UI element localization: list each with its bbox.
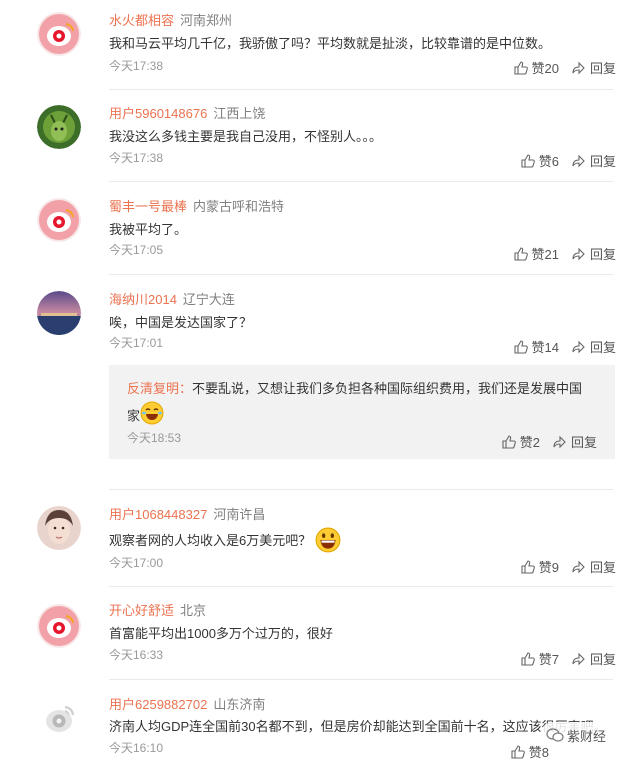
grinning-emoji-icon xyxy=(315,527,341,556)
comment-text: 济南人均GDP连全国前30名都不到，但是房价却能达到全国前十名，这应该很厉害吧。 xyxy=(109,719,607,734)
like-button[interactable]: 赞9 xyxy=(521,557,559,576)
avatar[interactable] xyxy=(37,105,81,149)
reply-arrow-icon xyxy=(572,560,585,573)
username-link[interactable]: 海纳川2014 xyxy=(109,292,177,307)
location-label: 山东济南 xyxy=(213,697,266,712)
location-label: 江西上饶 xyxy=(213,106,266,121)
comment-text: 我和马云平均几千亿，我骄傲了吗？平均数就是扯淡，比较靠谱的是中位数。 xyxy=(109,36,552,51)
reply-arrow-icon xyxy=(572,340,585,353)
thumbs-up-icon xyxy=(511,744,525,759)
divider xyxy=(109,489,613,490)
reply-button[interactable]: 回复 xyxy=(572,557,616,576)
reply-timestamp: 今天18:53 xyxy=(127,431,182,445)
like-button[interactable]: 赞6 xyxy=(521,151,559,170)
thumbs-up-icon xyxy=(502,434,516,449)
like-button[interactable]: 赞8 xyxy=(511,742,549,761)
reply-arrow-icon xyxy=(572,247,585,260)
username-link[interactable]: 用户5960148676 xyxy=(109,106,207,121)
timestamp: 今天17:38 xyxy=(109,59,164,73)
divider xyxy=(109,274,613,275)
divider xyxy=(109,181,613,182)
wechat-icon xyxy=(546,728,564,742)
timestamp: 今天17:00 xyxy=(109,556,164,570)
comment-text: 首富能平均出1000多万个过万的，很好 xyxy=(109,626,333,641)
comment-text: 我没这么多钱主要是我自己没用，不怪别人。。。 xyxy=(109,129,383,144)
reply-reply-button[interactable]: 回复 xyxy=(553,432,597,451)
watermark: 紫财经 xyxy=(540,722,613,748)
reply-username-link[interactable]: 反清复明： xyxy=(127,381,192,396)
avatar[interactable] xyxy=(37,506,81,550)
thumbs-up-icon xyxy=(521,153,535,168)
reply-button[interactable]: 回复 xyxy=(572,151,616,170)
timestamp: 今天17:01 xyxy=(109,336,164,350)
location-label: 河南许昌 xyxy=(213,507,266,522)
location-label: 内蒙古呼和浩特 xyxy=(193,199,285,214)
comment-text: 唉，中国是发达国家了？ xyxy=(109,315,253,330)
avatar[interactable] xyxy=(37,696,81,740)
reply-button[interactable]: 回复 xyxy=(572,244,616,263)
timestamp: 今天16:10 xyxy=(109,741,164,755)
thumbs-up-icon xyxy=(521,559,535,574)
reply-button[interactable]: 回复 xyxy=(572,58,616,77)
timestamp: 今天16:33 xyxy=(109,648,164,662)
location-label: 河南郑州 xyxy=(180,13,233,28)
username-link[interactable]: 水火都相容 xyxy=(109,13,174,28)
username-link[interactable]: 用户1068448327 xyxy=(109,507,207,522)
reply-button[interactable]: 回复 xyxy=(572,649,616,668)
like-button[interactable]: 赞21 xyxy=(513,244,559,263)
reply-button[interactable]: 回复 xyxy=(572,337,616,356)
divider xyxy=(109,586,613,587)
sub-reply: 反清复明：不要乱说，又想让我们多负担各种国际组织费用，我们还是发展中国家 今天1… xyxy=(109,365,615,459)
avatar[interactable] xyxy=(37,604,81,648)
avatar[interactable] xyxy=(37,12,81,56)
like-button[interactable]: 赞7 xyxy=(521,649,559,668)
thumbs-up-icon xyxy=(513,339,528,354)
divider xyxy=(109,89,613,90)
reply-arrow-icon xyxy=(572,154,585,167)
sub-reply-text: 反清复明：不要乱说，又想让我们多负担各种国际组织费用，我们还是发展中国家 xyxy=(127,377,607,433)
location-label: 辽宁大连 xyxy=(182,292,235,307)
like-button[interactable]: 赞14 xyxy=(513,337,559,356)
thumbs-up-icon xyxy=(513,60,528,75)
comment-text: 观察者网的人均收入是6万美元吧？ xyxy=(109,527,341,556)
reply-arrow-icon xyxy=(572,61,585,74)
reply-like-button[interactable]: 赞2 xyxy=(502,432,540,451)
thumbs-up-icon xyxy=(513,246,528,261)
username-link[interactable]: 蜀丰一号最棒 xyxy=(109,199,187,214)
location-label: 北京 xyxy=(180,603,207,618)
avatar[interactable] xyxy=(37,198,81,242)
like-button[interactable]: 赞20 xyxy=(513,58,559,77)
thumbs-up-icon xyxy=(521,651,535,666)
avatar[interactable] xyxy=(37,291,81,335)
reply-arrow-icon xyxy=(553,435,566,448)
divider xyxy=(109,679,613,680)
username-link[interactable]: 开心好舒适 xyxy=(109,603,174,618)
comment-text: 我被平均了。 xyxy=(109,222,188,237)
timestamp: 今天17:38 xyxy=(109,151,164,165)
reply-arrow-icon xyxy=(572,652,585,665)
username-link[interactable]: 用户6259882702 xyxy=(109,697,207,712)
timestamp: 今天17:05 xyxy=(109,243,164,257)
